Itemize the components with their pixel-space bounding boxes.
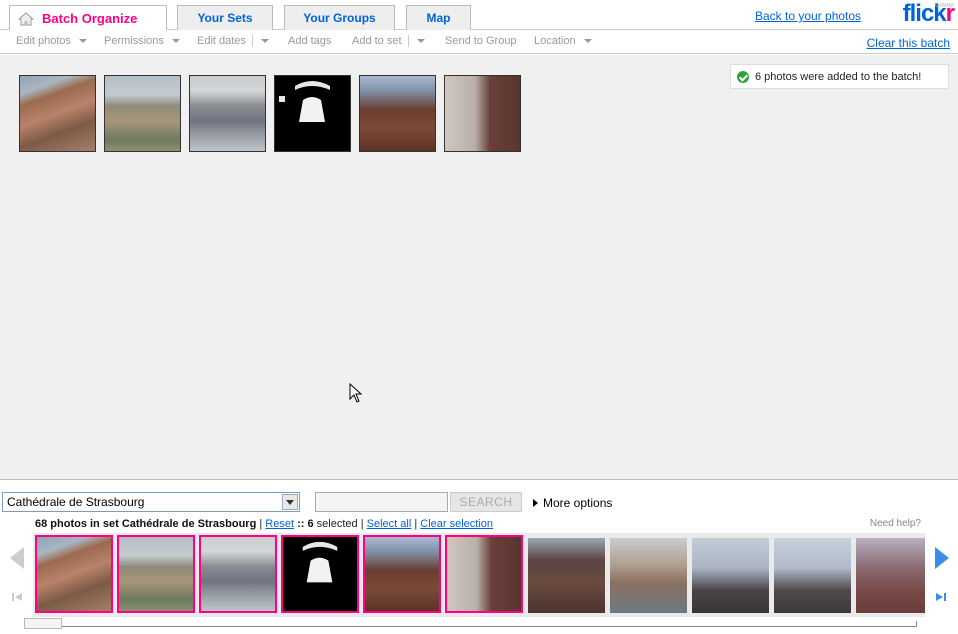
scroll-left-arrow-icon[interactable] — [10, 547, 24, 569]
menu-label: Edit photos — [16, 35, 72, 47]
menu-label: Edit dates — [197, 35, 246, 47]
batch-photo-thumbnail[interactable] — [189, 75, 266, 152]
set-name: Cathédrale de Strasbourg — [121, 518, 257, 530]
menu-label: Permissions — [104, 35, 164, 47]
scrollbar-grip-handle[interactable] — [24, 618, 62, 629]
chevron-down-icon — [171, 39, 180, 44]
tray-scrollbar[interactable] — [33, 621, 917, 627]
selected-prefix: :: — [297, 518, 305, 530]
set-select-dropdown[interactable]: Cathédrale de Strasbourg — [2, 492, 300, 512]
select-value: Cathédrale de Strasbourg — [7, 495, 145, 509]
divider — [251, 35, 253, 48]
tray-photo[interactable] — [692, 538, 769, 613]
jump-last-icon[interactable] — [936, 592, 946, 602]
chevron-down-icon — [583, 39, 592, 44]
menu-label: Location — [534, 35, 576, 47]
need-help-link[interactable]: Need help? — [870, 518, 921, 529]
send-to-group-button[interactable]: Send to Group — [445, 35, 517, 47]
edit-dates-menu[interactable]: Edit dates — [197, 35, 269, 48]
clear-batch-link[interactable]: Clear this batch — [867, 36, 950, 50]
tray-photo-selected[interactable] — [199, 535, 277, 613]
back-to-photos-link[interactable]: Back to your photos — [755, 9, 861, 23]
tray-photo[interactable] — [774, 538, 851, 613]
tray-photo[interactable] — [856, 538, 925, 613]
add-to-set-menu[interactable]: Add to set — [352, 35, 425, 48]
tab-map[interactable]: Map — [406, 5, 471, 30]
tray-photo-selected[interactable] — [363, 535, 441, 613]
more-options-toggle[interactable]: More options — [533, 496, 612, 510]
batch-added-notice: 6 photos were added to the batch! — [730, 64, 949, 89]
dropdown-arrow-icon[interactable] — [282, 494, 298, 510]
tray-photo[interactable] — [610, 538, 687, 613]
divider — [407, 35, 409, 48]
chevron-down-icon — [416, 39, 425, 44]
photo-tray: Cathédrale de Strasbourg SEARCH More opt… — [0, 481, 958, 634]
tab-your-groups[interactable]: Your Groups — [284, 5, 395, 30]
home-icon — [18, 11, 34, 26]
jump-first-icon[interactable] — [12, 592, 22, 602]
flickr-logo[interactable]: flickr GAMMA — [903, 0, 955, 28]
tab-label: Your Groups — [303, 11, 376, 25]
triangle-right-icon — [533, 499, 538, 507]
separator: | — [259, 518, 263, 530]
chevron-down-icon — [260, 39, 269, 44]
menu-label: Send to Group — [445, 35, 517, 47]
separator: | — [414, 518, 418, 530]
tray-photo-selected[interactable] — [35, 535, 113, 613]
reset-link[interactable]: Reset — [265, 518, 294, 530]
bell-silhouette-image — [275, 76, 350, 151]
select-all-link[interactable]: Select all — [367, 518, 412, 530]
batch-photo-thumbnail[interactable] — [19, 75, 96, 152]
tab-batch-organize[interactable]: Batch Organize — [9, 5, 167, 31]
logo-badge: GAMMA — [935, 3, 954, 9]
bell-silhouette-image — [283, 537, 357, 611]
tab-your-sets[interactable]: Your Sets — [177, 5, 273, 30]
notice-text: 6 photos were added to the batch! — [755, 70, 922, 83]
mouse-cursor-icon — [349, 383, 363, 403]
top-tab-bar: Batch Organize Your Sets Your Groups Map… — [0, 0, 958, 31]
batch-photo-thumbnail[interactable] — [359, 75, 436, 152]
tray-photo-selected[interactable] — [281, 535, 359, 613]
menu-label: Add to set — [352, 35, 402, 47]
tab-label: Your Sets — [197, 11, 253, 25]
scroll-right-arrow-icon[interactable] — [935, 547, 949, 569]
tray-info-line: 68 photos in set Cathédrale de Strasbour… — [35, 518, 493, 530]
batch-photo-thumbnail[interactable] — [274, 75, 351, 152]
tab-label: Map — [426, 11, 451, 25]
batch-photo-thumbnail[interactable] — [104, 75, 181, 152]
more-options-label: More options — [543, 496, 613, 510]
location-menu[interactable]: Location — [534, 35, 592, 47]
chevron-down-icon — [79, 39, 88, 44]
separator: | — [360, 518, 364, 530]
batch-area: 6 photos were added to the batch! — [0, 55, 958, 480]
selected-count: 6 — [307, 518, 314, 530]
tray-search-input[interactable] — [315, 492, 448, 512]
menu-label: Add tags — [288, 35, 332, 47]
tab-label: Batch Organize — [42, 11, 138, 26]
tray-photo-strip — [33, 533, 925, 617]
clear-selection-link[interactable]: Clear selection — [420, 518, 493, 530]
check-icon — [737, 70, 749, 83]
tray-photo-selected[interactable] — [117, 535, 195, 613]
batch-photo-thumbnail[interactable] — [444, 75, 521, 152]
search-button[interactable]: SEARCH — [450, 492, 522, 512]
edit-photos-menu[interactable]: Edit photos — [16, 35, 88, 47]
batch-toolbar: Edit photos Permissions Edit dates Add t… — [0, 30, 958, 54]
add-tags-button[interactable]: Add tags — [288, 35, 331, 47]
photo-count-text: 68 photos in set — [35, 518, 119, 530]
permissions-menu[interactable]: Permissions — [104, 35, 180, 47]
tray-photo[interactable] — [528, 538, 605, 613]
tray-photo-selected[interactable] — [445, 535, 523, 613]
selected-suffix: selected — [316, 518, 358, 530]
